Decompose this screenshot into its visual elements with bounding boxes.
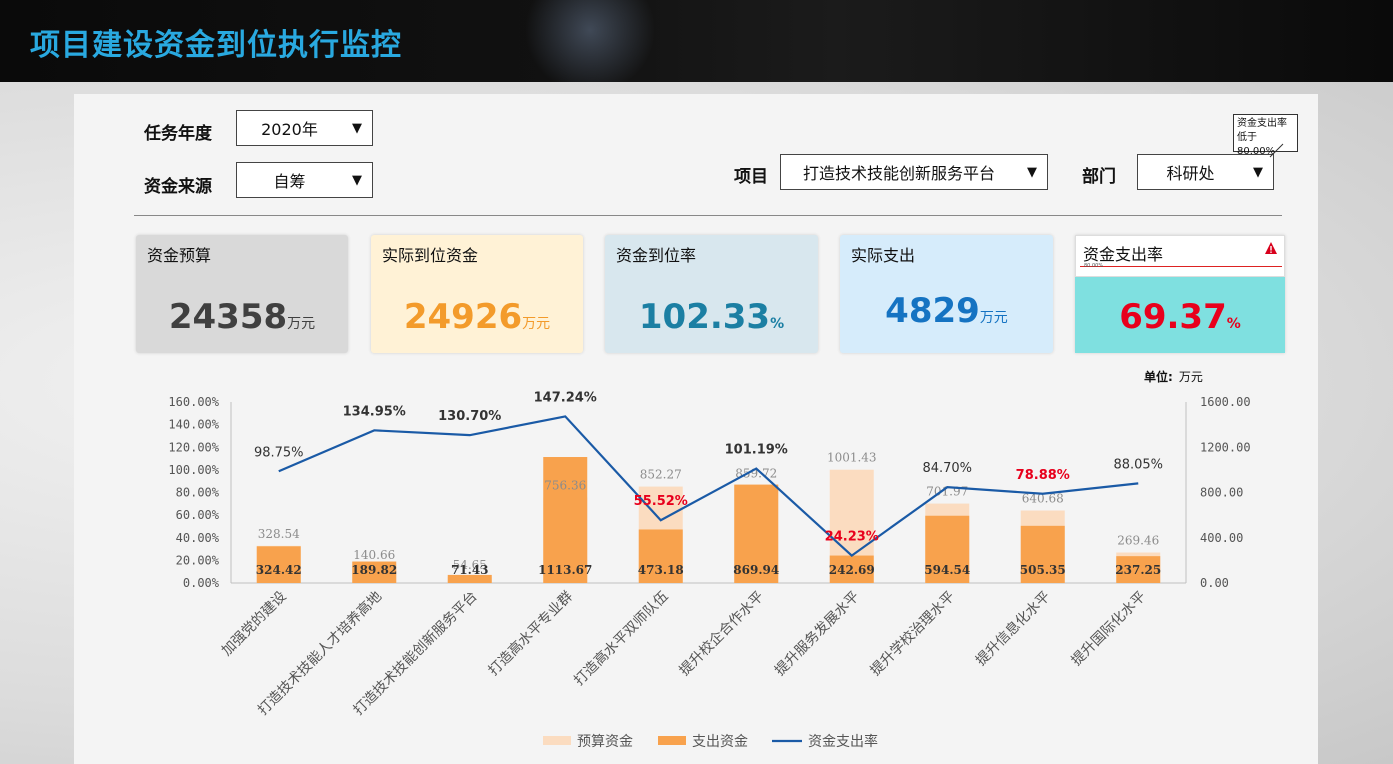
category-tick-label: 提升服务发展水平 bbox=[772, 589, 863, 680]
left-axis-tick: 120.00% bbox=[168, 440, 219, 454]
spend-rate-data-label: 24.23% bbox=[825, 530, 879, 545]
right-axis-tick: 0.00 bbox=[1200, 576, 1229, 590]
spent-data-label: 324.42 bbox=[256, 563, 302, 577]
funding-combo-chart: 0.00% 20.00% 40.00% 60.00% 80.00% 100.00% 120.… bbox=[168, 390, 1251, 750]
left-axis-tick: 80.00% bbox=[176, 486, 220, 500]
spend-rate-data-label: 147.24% bbox=[534, 390, 597, 405]
spend-rate-data-label: 55.52% bbox=[634, 494, 688, 509]
right-axis-tick: 800.00 bbox=[1200, 486, 1243, 500]
legend-spent-label: 支出资金 bbox=[692, 734, 748, 750]
spend-rate-data-label: 98.75% bbox=[254, 445, 304, 460]
spend-rate-data-label: 134.95% bbox=[343, 404, 406, 419]
left-axis-tick: 140.00% bbox=[168, 418, 219, 432]
spend-rate-data-label: 78.88% bbox=[1016, 468, 1070, 483]
budget-data-label: 140.66 bbox=[353, 548, 395, 562]
spent-data-label: 71.43 bbox=[451, 563, 489, 577]
category-tick-label: 提升国际化水平 bbox=[1068, 589, 1149, 670]
budget-data-label: 852.27 bbox=[640, 468, 682, 482]
spent-data-label: 473.18 bbox=[638, 563, 684, 577]
right-axis-tick: 1600.00 bbox=[1200, 395, 1251, 409]
spent-data-label: 594.54 bbox=[924, 563, 970, 577]
spent-data-label: 1113.67 bbox=[538, 563, 592, 577]
left-axis-tick: 0.00% bbox=[183, 576, 220, 590]
budget-data-label: 1001.43 bbox=[827, 451, 877, 465]
category-tick-label: 打造高水平专业群 bbox=[485, 588, 576, 679]
category-tick-label: 加强党的建设 bbox=[219, 589, 290, 660]
left-axis-tick: 40.00% bbox=[176, 531, 220, 545]
spend-rate-data-label: 101.19% bbox=[725, 443, 788, 458]
right-axis-tick: 400.00 bbox=[1200, 531, 1243, 545]
spend-rate-data-label: 84.70% bbox=[922, 461, 972, 476]
spend-rate-line bbox=[278, 415, 1139, 558]
spent-data-label: 242.69 bbox=[829, 563, 875, 577]
budget-data-label: 756.36 bbox=[544, 478, 586, 492]
budget-data-label: 269.46 bbox=[1117, 534, 1159, 548]
legend-rate-label: 资金支出率 bbox=[808, 733, 878, 750]
spent-data-label: 189.82 bbox=[351, 563, 397, 577]
category-tick-label: 提升校企合作水平 bbox=[676, 588, 767, 679]
category-tick-label: 打造高水平双师队伍 bbox=[570, 588, 671, 689]
left-axis-tick: 60.00% bbox=[176, 508, 220, 522]
legend-spent-swatch bbox=[658, 736, 686, 745]
spent-data-label: 237.25 bbox=[1115, 563, 1161, 577]
spent-data-label: 869.94 bbox=[733, 563, 779, 577]
legend-budget-label: 预算资金 bbox=[577, 734, 633, 750]
legend-budget-swatch bbox=[543, 736, 571, 745]
budget-data-label: 328.54 bbox=[258, 527, 300, 541]
spent-data-label: 505.35 bbox=[1020, 563, 1066, 577]
category-tick-label: 提升学校治理水平 bbox=[867, 588, 958, 679]
left-axis-tick: 20.00% bbox=[176, 553, 220, 567]
spend-rate-data-label: 88.05% bbox=[1113, 457, 1163, 472]
left-axis-tick: 160.00% bbox=[168, 395, 219, 409]
right-axis-tick: 1200.00 bbox=[1200, 440, 1251, 454]
spend-rate-data-label: 130.70% bbox=[438, 409, 501, 424]
category-tick-label: 提升信息化水平 bbox=[972, 588, 1053, 669]
left-axis-tick: 100.00% bbox=[168, 463, 219, 477]
